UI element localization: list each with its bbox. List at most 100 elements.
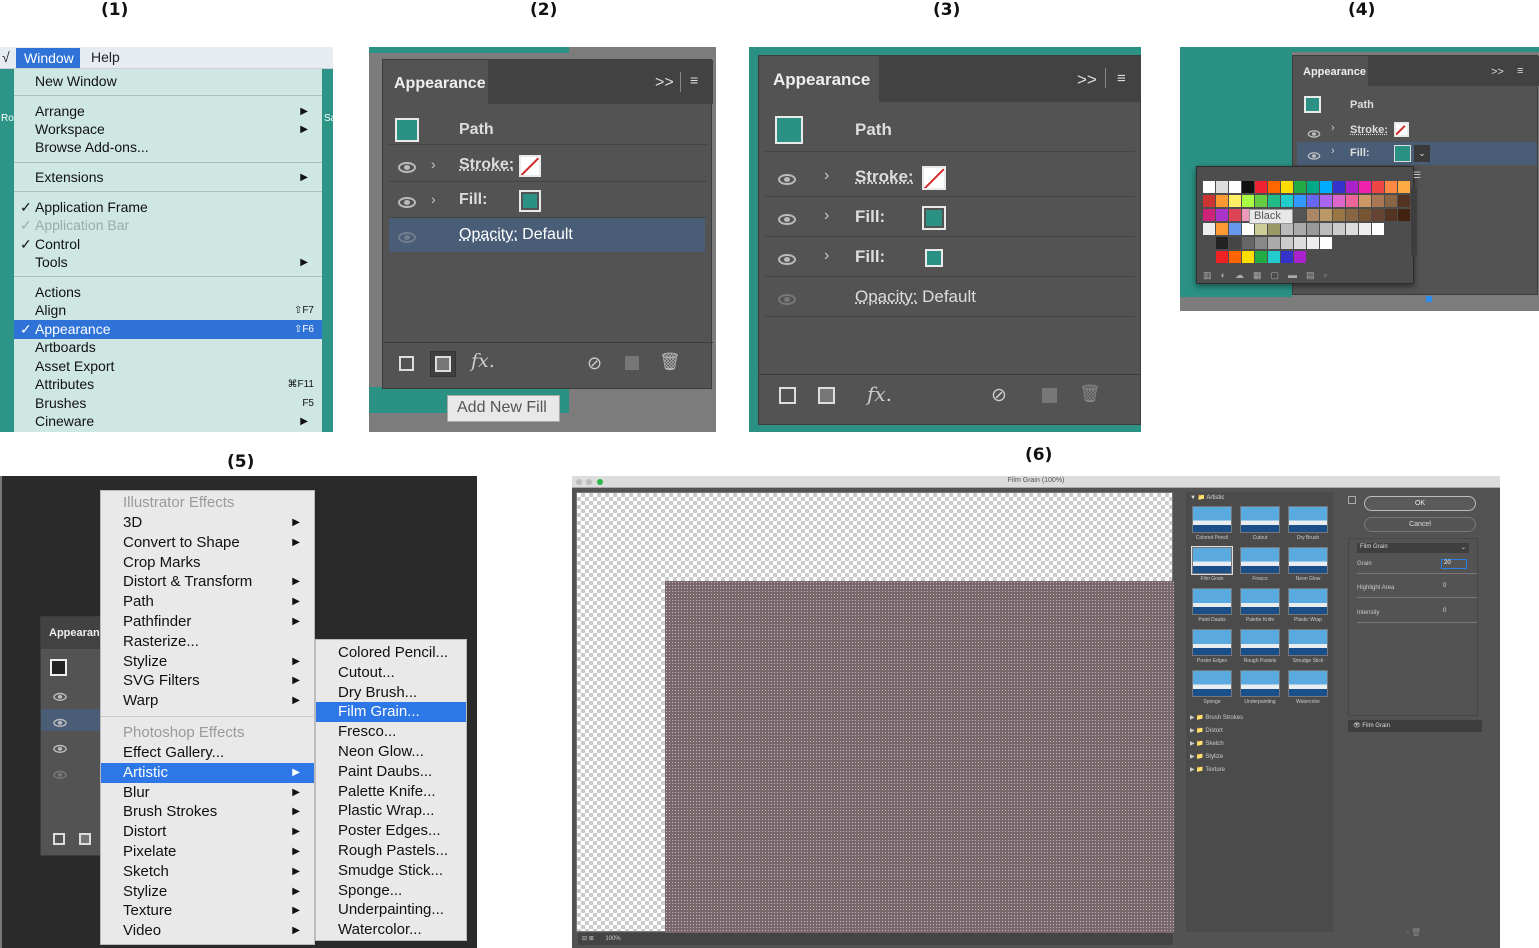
visibility-eye-icon[interactable] [778,212,796,230]
effect-menu-item[interactable]: Warp ▶ [101,691,314,711]
artistic-submenu-item[interactable]: Dry Brush... [316,683,466,703]
color-swatch[interactable] [1333,209,1345,221]
grain-value[interactable]: 20 [1441,559,1467,569]
color-swatch[interactable] [1320,237,1332,249]
swatch-grid[interactable] [1203,181,1410,271]
color-swatch[interactable] [1203,181,1215,193]
menu-item-align[interactable]: Align ⇧F7 [14,301,322,320]
fill-swatch-2[interactable] [925,249,943,267]
effect-menu-item[interactable]: Path ▶ [101,592,314,612]
effect-menu-item[interactable]: Brush Strokes ▶ [101,802,314,822]
filter-folder[interactable]: ▶ 📁 Texture [1190,766,1225,773]
filter-thumbnail[interactable] [1288,670,1328,697]
fill-swatch[interactable] [519,190,541,212]
color-swatch[interactable] [1385,195,1397,207]
color-swatch[interactable] [1359,181,1371,193]
color-swatch[interactable] [1294,195,1306,207]
color-swatch[interactable] [1372,223,1384,235]
artistic-submenu-item[interactable]: Underpainting... [316,900,466,920]
color-swatch[interactable] [1346,195,1358,207]
color-swatch[interactable] [1307,209,1319,221]
add-new-fill-icon[interactable] [818,387,835,409]
menu-item-cineware[interactable]: Cineware ▶ [14,412,322,431]
expand-chevron-icon[interactable]: › [824,167,829,185]
opacity-row[interactable]: Opacity: Default [389,218,705,252]
color-swatch[interactable] [1268,223,1280,235]
filter-thumbnail[interactable] [1288,629,1328,656]
effect-menu-item[interactable]: Texture ▶ [101,901,314,921]
filter-select[interactable]: Film Grain ⌄ [1357,543,1469,553]
effect-menu-item[interactable]: Stylize ▶ [101,882,314,902]
add-new-stroke-icon[interactable] [779,387,796,409]
color-swatch[interactable] [1359,209,1371,221]
color-swatch[interactable] [1294,223,1306,235]
color-swatch[interactable] [1255,223,1267,235]
menu-item-artboards[interactable]: Artboards [14,338,322,357]
color-swatch[interactable] [1216,223,1228,235]
zoom-level[interactable]: 100% [605,936,620,942]
color-swatch[interactable] [1255,251,1267,263]
artistic-submenu-item[interactable]: Rough Pastels... [316,841,466,861]
fill-label-2[interactable]: Fill: [855,247,885,267]
effect-menu-item[interactable]: SVG Filters ▶ [101,671,314,691]
artistic-submenu-item[interactable]: Smudge Stick... [316,861,466,881]
color-swatch[interactable] [1255,237,1267,249]
color-swatch[interactable] [1229,195,1241,207]
color-swatch[interactable] [1385,237,1397,249]
menu-item-workspace[interactable]: Workspace ▶ [14,120,322,139]
filter-thumbnail[interactable] [1240,547,1280,574]
stroke-none-swatch[interactable] [1394,122,1409,137]
swatch-library-icons[interactable]: ▥◐☁▦▢▬▤▫ [1203,270,1336,281]
filter-folder[interactable]: ▶ 📁 Sketch [1190,740,1224,747]
add-new-fill-icon[interactable] [79,833,91,845]
color-swatch[interactable] [1320,209,1332,221]
opacity-label[interactable]: Opacity: [459,226,518,243]
panel-collapse-icon[interactable]: >> [655,74,674,92]
color-swatch[interactable] [1346,251,1358,263]
color-swatch[interactable] [1307,251,1319,263]
color-swatch[interactable] [1359,195,1371,207]
color-swatch[interactable] [1281,223,1293,235]
color-swatch[interactable] [1333,237,1345,249]
panel-collapse-icon[interactable]: >> [1491,66,1504,78]
filter-thumbnail[interactable] [1192,588,1232,615]
panel-tab-appearance[interactable]: Appearan [49,627,100,639]
fill-label[interactable]: Fill: [1350,147,1370,159]
opacity-label[interactable]: Opacity: [855,287,917,306]
panel-collapse-icon[interactable]: >> [1077,70,1097,90]
color-swatch[interactable] [1346,209,1358,221]
layer-visibility-icon[interactable]: 👁 [1353,723,1361,729]
expand-chevron-icon[interactable]: › [824,247,829,265]
menu-item-new-window[interactable]: New Window [14,72,322,91]
highlight-area-slider[interactable] [1357,597,1477,598]
filter-thumbnail[interactable] [1240,670,1280,697]
color-swatch[interactable] [1229,181,1241,193]
color-swatch[interactable] [1307,223,1319,235]
zoom-plus-icon[interactable]: ⊞ [589,936,594,942]
color-swatch[interactable] [1242,251,1254,263]
color-swatch[interactable] [1346,223,1358,235]
visibility-eye-icon[interactable] [778,292,796,310]
artistic-submenu-item[interactable]: Paint Daubs... [316,762,466,782]
color-swatch[interactable] [1398,195,1410,207]
effect-menu-item[interactable]: Stylize ▶ [101,652,314,672]
add-new-fill-icon[interactable] [430,351,456,377]
effect-menu-item[interactable]: Artistic ▶ [101,762,314,783]
filter-thumbnail[interactable] [1240,588,1280,615]
color-swatch[interactable] [1372,251,1384,263]
color-swatch[interactable] [1359,223,1371,235]
clear-appearance-icon[interactable]: ⊘ [587,353,602,374]
color-swatch[interactable] [1229,251,1241,263]
menu-item-asset-export[interactable]: Asset Export [14,357,322,376]
color-swatch[interactable] [1216,251,1228,263]
window-menu-button[interactable]: Window [16,48,80,68]
visibility-eye-icon[interactable] [1307,129,1321,142]
color-swatch[interactable] [1268,181,1280,193]
visibility-eye-icon[interactable] [398,160,416,178]
color-swatch[interactable] [1281,181,1293,193]
color-swatch[interactable] [1346,181,1358,193]
filter-thumbnail[interactable] [1191,546,1233,575]
filter-thumbnail[interactable] [1192,506,1232,533]
color-swatch[interactable] [1333,195,1345,207]
visibility-eye-icon[interactable] [53,691,67,705]
